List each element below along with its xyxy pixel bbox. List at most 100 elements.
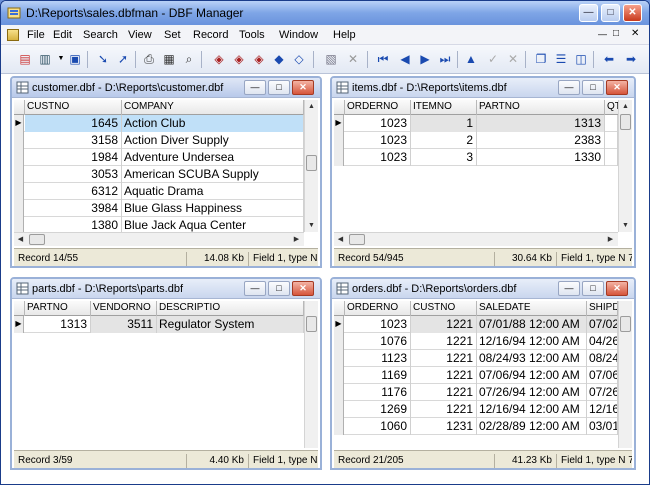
cell[interactable]: 2383 xyxy=(477,132,605,149)
column-header-partno[interactable]: PARTNO xyxy=(477,100,605,115)
column-header-orderno[interactable]: ORDERNO xyxy=(345,100,411,115)
cell[interactable]: 08/24/93 12:00 AM xyxy=(477,350,587,367)
menu-view[interactable]: View xyxy=(128,29,152,41)
orders-window-title-bar[interactable]: orders.dbf - D:\Reports\orders.dbf — □ ✕ xyxy=(332,279,634,299)
parts-grid[interactable]: PARTNO VENDORNO DESCRIPTIO ▶ 1313 3511 Regu… xyxy=(14,301,318,448)
structure-icon[interactable]: ▧ xyxy=(323,51,339,67)
print-preview-icon[interactable]: ▦ xyxy=(161,51,177,67)
menu-tools[interactable]: Tools xyxy=(239,29,265,41)
scroll-down-icon[interactable]: ▼ xyxy=(619,219,632,232)
vertical-scrollbar[interactable]: ▲ ▼ xyxy=(304,100,318,232)
menu-set[interactable]: Set xyxy=(164,29,181,41)
horizontal-scrollbar[interactable]: ◀ ▶ xyxy=(14,232,304,246)
scroll-down-icon[interactable]: ▼ xyxy=(305,219,318,232)
cell[interactable]: 1313 xyxy=(25,316,91,333)
cell[interactable]: 1269 xyxy=(345,401,411,418)
scrollbar-thumb[interactable] xyxy=(349,234,365,245)
customer-window-title-bar[interactable]: customer.dbf - D:\Reports\customer.dbf —… xyxy=(12,78,320,98)
mdi-child-system-icon[interactable] xyxy=(7,29,19,41)
table-row[interactable]: 3053 American SCUBA Supply xyxy=(14,166,304,183)
cell[interactable]: 1221 xyxy=(411,367,477,384)
cell[interactable]: 07/06/ xyxy=(587,367,618,384)
cell[interactable]: Regulator System xyxy=(157,316,304,333)
save-icon[interactable]: ▣ xyxy=(67,51,83,67)
scroll-up-icon[interactable]: ▲ xyxy=(305,100,318,113)
insert-up-icon[interactable]: ▲ xyxy=(463,51,479,67)
maximize-icon[interactable]: □ xyxy=(601,4,620,22)
column-header-description[interactable]: DESCRIPTIO xyxy=(157,301,304,316)
cell[interactable]: 2 xyxy=(411,132,477,149)
find-icon[interactable]: ⌕ xyxy=(181,51,197,67)
vertical-scrollbar[interactable]: ▲ ▼ xyxy=(618,100,632,232)
table-row[interactable]: ▶1023122107/01/88 12:00 AM07/02/ xyxy=(334,316,618,333)
cancel-icon[interactable]: ✕ xyxy=(505,51,521,67)
menu-help[interactable]: Help xyxy=(333,29,356,41)
cell[interactable]: 1984 xyxy=(25,149,122,166)
table-row[interactable]: 1269122112/16/94 12:00 AM12/16/ xyxy=(334,401,618,418)
parts-table-window[interactable]: parts.dbf - D:\Reports\parts.dbf — □ ✕ P… xyxy=(10,277,322,470)
menu-window[interactable]: Window xyxy=(279,29,318,41)
cell[interactable]: Action Diver Supply xyxy=(122,132,304,149)
cell[interactable]: 08/24/ xyxy=(587,350,618,367)
cell[interactable]: 3511 xyxy=(91,316,157,333)
cell[interactable]: 1645 xyxy=(25,115,122,132)
cell[interactable]: 04/26/ xyxy=(587,333,618,350)
table-row[interactable]: 1023 3 1330 xyxy=(334,149,618,166)
table-row[interactable]: 1076122112/16/94 12:00 AM04/26/ xyxy=(334,333,618,350)
parts-window-title-bar[interactable]: parts.dbf - D:\Reports\parts.dbf — □ ✕ xyxy=(12,279,320,299)
scrollbar-thumb[interactable] xyxy=(620,114,631,130)
cell[interactable]: 07/06/94 12:00 AM xyxy=(477,367,587,384)
filter-icon[interactable]: ✕ xyxy=(345,51,361,67)
scroll-up-icon[interactable]: ▲ xyxy=(619,100,632,113)
cascade-icon[interactable]: ❐ xyxy=(533,51,549,67)
mdi-restore-icon[interactable]: □ xyxy=(613,28,619,39)
maximize-icon[interactable]: □ xyxy=(582,281,604,296)
table-row[interactable]: 3984 Blue Glass Happiness xyxy=(14,200,304,217)
items-grid[interactable]: ORDERNO ITEMNO PARTNO QT ▶ 1023 1 1313 1023… xyxy=(334,100,632,246)
scroll-left-icon[interactable]: ◀ xyxy=(334,233,347,246)
column-header-saledate[interactable]: SALEDATE xyxy=(477,301,587,316)
cell[interactable]: 3158 xyxy=(25,132,122,149)
orders-table-window[interactable]: orders.dbf - D:\Reports\orders.dbf — □ ✕… xyxy=(330,277,636,470)
cell[interactable]: Adventure Undersea xyxy=(122,149,304,166)
back-icon[interactable]: ⬅ xyxy=(601,51,617,67)
menu-file[interactable]: File xyxy=(27,29,45,41)
mdi-close-icon[interactable]: ✕ xyxy=(631,28,639,39)
minimize-icon[interactable]: — xyxy=(579,4,598,22)
minimize-icon[interactable]: — xyxy=(244,281,266,296)
cell[interactable]: 1176 xyxy=(345,384,411,401)
delete-record-icon[interactable]: ◇ xyxy=(291,51,307,67)
horizontal-scrollbar[interactable]: ◀ ▶ xyxy=(334,232,618,246)
cell[interactable]: 07/26/94 12:00 AM xyxy=(477,384,587,401)
cell[interactable]: 1023 xyxy=(345,132,411,149)
close-icon[interactable]: ✕ xyxy=(292,80,314,95)
cell[interactable]: 1023 xyxy=(345,149,411,166)
cell[interactable]: 1076 xyxy=(345,333,411,350)
cell[interactable]: 12/16/94 12:00 AM xyxy=(477,333,587,350)
cell[interactable]: 1330 xyxy=(477,149,605,166)
scroll-left-icon[interactable]: ◀ xyxy=(14,233,27,246)
table-row[interactable]: 6312 Aquatic Drama xyxy=(14,183,304,200)
table-row[interactable]: ▶ 1313 3511 Regulator System xyxy=(14,316,304,333)
minimize-icon[interactable]: — xyxy=(244,80,266,95)
cell[interactable]: 12/16/ xyxy=(587,401,618,418)
scrollbar-thumb[interactable] xyxy=(29,234,45,245)
close-icon[interactable]: ✕ xyxy=(606,80,628,95)
cell[interactable]: Action Club xyxy=(122,115,304,132)
cell[interactable]: 1221 xyxy=(411,350,477,367)
table-row[interactable]: 1176122107/26/94 12:00 AM07/26/ xyxy=(334,384,618,401)
table-row[interactable]: 1060123102/28/89 12:00 AM03/01/ xyxy=(334,418,618,435)
next-record-icon[interactable]: ▶ xyxy=(417,51,433,67)
cell[interactable]: 1 xyxy=(411,115,477,132)
tile-horizontal-icon[interactable]: ☰ xyxy=(553,51,569,67)
close-icon[interactable]: ✕ xyxy=(292,281,314,296)
menu-edit[interactable]: Edit xyxy=(53,29,72,41)
menu-search[interactable]: Search xyxy=(83,29,118,41)
maximize-icon[interactable]: □ xyxy=(268,80,290,95)
table-row[interactable]: ▶ 1645 Action Club xyxy=(14,115,304,132)
orders-grid[interactable]: ORDERNO CUSTNO SALEDATE SHIPDA ▶10231221… xyxy=(334,301,632,448)
column-header-shipdate[interactable]: SHIPDA xyxy=(587,301,618,316)
mdi-minimize-icon[interactable]: — xyxy=(598,29,607,39)
first-record-icon[interactable]: ⏮ xyxy=(375,51,391,67)
close-icon[interactable]: ✕ xyxy=(623,4,642,22)
